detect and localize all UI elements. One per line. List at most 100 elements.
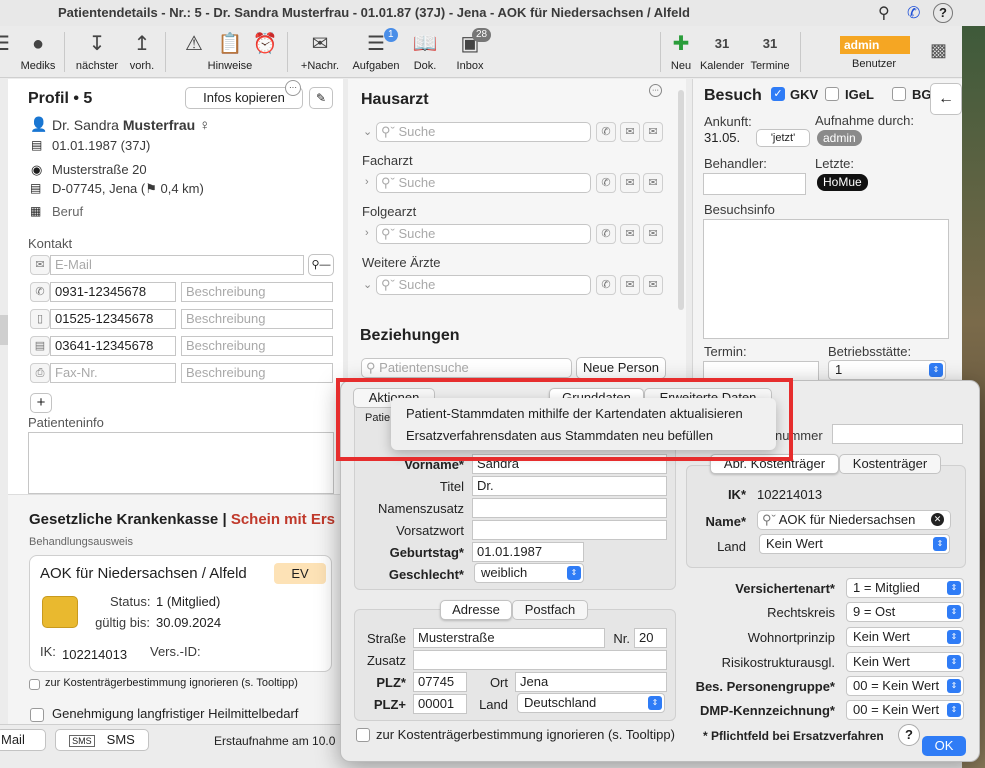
more-icon[interactable]: ··· (649, 84, 662, 97)
sms-button[interactable]: SMS SMS (55, 729, 149, 751)
jetzt-button[interactable]: 'jetzt' (756, 129, 810, 147)
mail-icon[interactable]: ✉ (620, 224, 640, 244)
namenszusatz-field[interactable] (472, 498, 667, 518)
phone-field[interactable]: 0931-12345678 (50, 282, 176, 302)
user-field[interactable]: admin (840, 36, 910, 54)
chevron-right-icon[interactable]: › (365, 227, 369, 239)
termine-button[interactable]: 31 Termine (748, 30, 792, 72)
key-icon[interactable]: ⚲— (308, 254, 334, 276)
next-button[interactable]: ↧ nächster (72, 30, 122, 72)
phone2-field[interactable]: 03641-12345678 (50, 336, 176, 356)
bg-checkbox[interactable] (892, 87, 906, 101)
geburtstag-field[interactable]: 01.01.1987 (472, 542, 584, 562)
beruf[interactable]: Beruf (52, 204, 83, 219)
mobile-field[interactable]: 01525-12345678 (50, 309, 176, 329)
prev-button[interactable]: ↥ vorh. (126, 30, 158, 72)
facharzt-search[interactable]: ⚲ˇ Suche (376, 173, 591, 193)
side-handle[interactable] (0, 315, 8, 345)
dialog-help-icon[interactable]: ? (898, 724, 920, 746)
chevron-down-icon[interactable]: ⌄ (363, 278, 372, 291)
vorsatzwort-field[interactable] (472, 520, 667, 540)
mail-icon[interactable]: ✉ (620, 122, 640, 142)
letter-icon[interactable]: ✉ (643, 122, 663, 142)
weitere-search[interactable]: ⚲ˇ Suche (376, 275, 591, 295)
fax-field[interactable]: Fax-Nr. (50, 363, 176, 383)
add-contact-button[interactable]: + (30, 393, 52, 413)
mobile-desc-field[interactable]: Beschreibung (181, 309, 333, 329)
patient-search[interactable]: ⚲ Patientensuche (361, 358, 572, 378)
rechtskreis-select[interactable]: 9 = Ost ⇕ (846, 602, 964, 622)
igel-checkbox[interactable] (825, 87, 839, 101)
personengruppe-select[interactable]: 00 = Kein Wert ⇕ (846, 676, 964, 696)
letter-icon[interactable]: ✉ (643, 224, 663, 244)
ort-field[interactable]: Jena (515, 672, 667, 692)
updown-icon: ⇕ (947, 605, 961, 619)
help-icon[interactable]: ? (933, 3, 953, 23)
wohnort-select[interactable]: Kein Wert ⇕ (846, 627, 964, 647)
zusatz-field[interactable] (413, 650, 667, 670)
phone-icon[interactable]: ✆ (596, 275, 616, 295)
titel-field[interactable]: Dr. (472, 476, 667, 496)
besuchsinfo-field[interactable] (703, 219, 949, 339)
collapse-button[interactable]: ← (930, 83, 962, 115)
letter-icon[interactable]: ✉ (643, 275, 663, 295)
nummer-field[interactable] (832, 424, 963, 444)
phone-icon[interactable]: ✆ (596, 173, 616, 193)
folgearzt-search[interactable]: ⚲ˇ Suche (376, 224, 591, 244)
tab-adresse[interactable]: Adresse (440, 600, 512, 620)
mail-icon[interactable]: ✉ (620, 173, 640, 193)
gkv-checkbox[interactable]: ✓ (771, 87, 785, 101)
more-icon[interactable]: ··· (285, 80, 301, 96)
plz-field[interactable]: 07745 (413, 672, 467, 692)
dialog-ignore-checkbox[interactable] (356, 728, 370, 742)
chevron-right-icon[interactable]: › (365, 176, 369, 188)
ok-button[interactable]: OK (922, 736, 966, 756)
plzplus-field[interactable]: 00001 (413, 694, 467, 714)
scrollbar[interactable] (678, 90, 684, 310)
chevron-down-icon[interactable]: ⌄ (363, 125, 372, 138)
search-icon[interactable]: ⚲ (878, 3, 890, 23)
versichertenart-select[interactable]: 1 = Mitglied ⇕ (846, 578, 964, 598)
new-person-button[interactable]: Neue Person (576, 357, 666, 379)
tab-kostentraeger[interactable]: Kostenträger (839, 454, 941, 474)
phone-icon[interactable]: ✆ (596, 122, 616, 142)
patient-number: 5 (83, 90, 93, 107)
clock-button[interactable]: ⏰ (250, 30, 280, 60)
phone-icon[interactable]: ✆ (596, 224, 616, 244)
card-reader-icon[interactable]: ▩ (930, 40, 947, 61)
new-message-button[interactable]: ✉ +Nachr. (298, 30, 342, 72)
left-cut-icon[interactable]: ☰ (0, 30, 10, 60)
phone-desc-field[interactable]: Beschreibung (181, 282, 333, 302)
mail-button[interactable]: Mail (0, 729, 46, 751)
hausarzt-search[interactable]: ⚲ˇ Suche (376, 122, 591, 142)
patienteninfo-field[interactable] (28, 432, 334, 494)
kt-land-select[interactable]: Kein Wert ⇕ (759, 534, 950, 554)
risiko-select[interactable]: Kein Wert ⇕ (846, 652, 964, 672)
betriebsstaette-select[interactable]: 1 ⇕ (828, 360, 946, 380)
mail-icon[interactable]: ✉ (620, 275, 640, 295)
dok-button[interactable]: 📖 Dok. (408, 30, 442, 72)
schein-link[interactable]: Schein mit Ers (231, 511, 335, 528)
kostentraeger-name-field[interactable]: ⚲ˇ AOK für Niedersachsen (757, 510, 951, 530)
tab-postfach[interactable]: Postfach (512, 600, 588, 620)
behandler-field[interactable] (703, 173, 806, 195)
phone2-desc-field[interactable]: Beschreibung (181, 336, 333, 356)
toolbar: ☰ ● Mediks ↧ nächster ↥ vorh. ⚠ 📋 Hinweise ⏰… (0, 26, 985, 78)
nr-field[interactable]: 20 (634, 628, 667, 648)
email-field[interactable]: E-Mail (50, 255, 304, 275)
genehmigung-checkbox[interactable] (30, 708, 44, 722)
neu-button[interactable]: ✚ Neu (668, 30, 694, 72)
dmp-select[interactable]: 00 = Kein Wert ⇕ (846, 700, 964, 720)
clear-icon[interactable]: ✕ (931, 513, 944, 526)
kalender-button[interactable]: 31 Kalender (698, 30, 746, 72)
geschlecht-select[interactable]: weiblich ⇕ (474, 563, 584, 583)
ignore-checkbox[interactable] (29, 679, 40, 690)
phone-icon[interactable]: ✆ (907, 3, 920, 23)
fax-desc-field[interactable]: Beschreibung (181, 363, 333, 383)
strasse-field[interactable]: Musterstraße (413, 628, 605, 648)
hinweise-button[interactable]: 📋 Hinweise (205, 30, 255, 72)
letter-icon[interactable]: ✉ (643, 173, 663, 193)
land-select[interactable]: Deutschland ⇕ (517, 693, 665, 713)
mediks-button[interactable]: ● Mediks (18, 30, 58, 72)
edit-icon[interactable]: ✎ (309, 87, 333, 109)
